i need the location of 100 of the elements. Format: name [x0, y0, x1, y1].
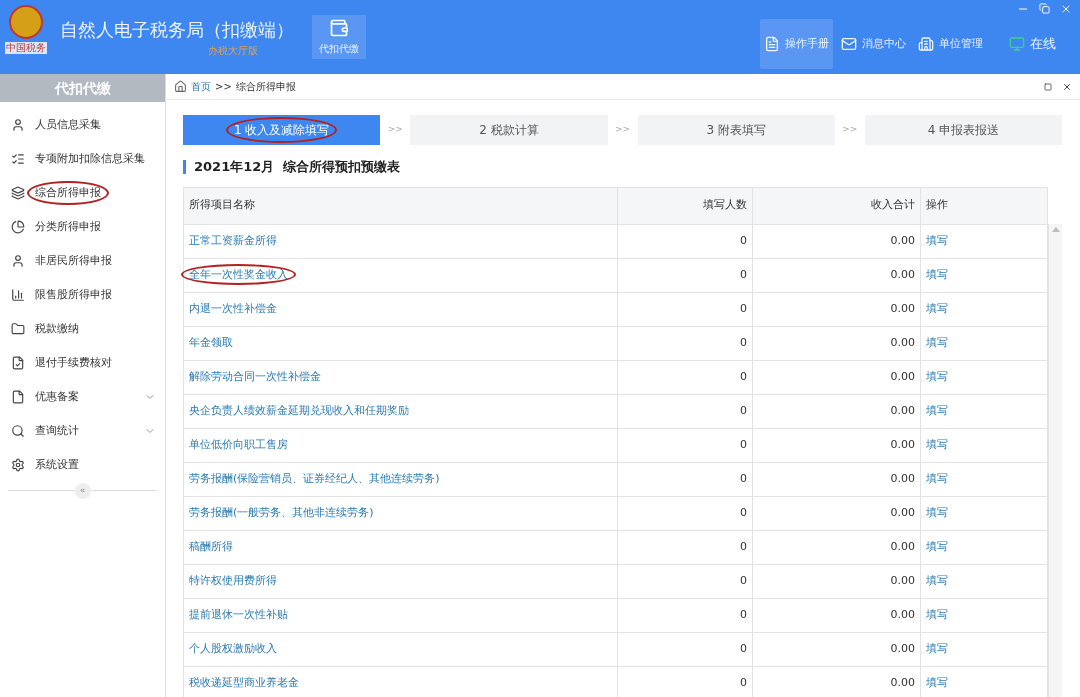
close-icon[interactable] — [1062, 81, 1072, 92]
fill-link[interactable]: 填写 — [926, 641, 948, 655]
step-separator: >> — [386, 123, 404, 137]
income-item-link[interactable]: 正常工资薪金所得 — [189, 233, 277, 247]
income-item-link[interactable]: 内退一次性补偿金 — [189, 301, 277, 315]
fill-link[interactable]: 填写 — [926, 471, 948, 485]
table-cell: 0.00 — [752, 496, 921, 530]
fill-link[interactable]: 填写 — [926, 607, 948, 621]
toolbar-button[interactable]: 操作手册 — [760, 19, 833, 69]
table-cell: 0 — [617, 224, 753, 258]
table-cell: 0.00 — [752, 632, 921, 666]
table-cell: 0 — [617, 632, 753, 666]
sidebar-item[interactable]: 退付手续费核对 — [3, 346, 162, 380]
table-cell: 0 — [617, 394, 753, 428]
restore-icon[interactable] — [1039, 3, 1050, 14]
sidebar-item[interactable]: 综合所得申报 — [3, 176, 162, 210]
income-item-link[interactable]: 单位低价向职工售房 — [189, 437, 288, 451]
section-marker — [183, 159, 186, 174]
toolbar-button[interactable]: 单位管理 — [914, 19, 987, 69]
bar-chart-icon — [11, 288, 25, 302]
income-item-link[interactable]: 特许权使用费所得 — [189, 573, 277, 587]
mail-icon — [841, 36, 857, 52]
sidebar-title: 代扣代缴 — [0, 74, 165, 102]
fill-link[interactable]: 填写 — [926, 335, 948, 349]
fill-link[interactable]: 填写 — [926, 403, 948, 417]
home-icon — [174, 80, 187, 93]
settings-icon — [11, 458, 25, 472]
step-separator: >> — [613, 123, 632, 137]
table-cell: 0.00 — [752, 462, 921, 496]
table-cell: 0 — [617, 360, 753, 394]
table-cell: 0.00 — [752, 292, 921, 326]
table-cell: 0.00 — [752, 360, 921, 394]
step-separator: >> — [841, 123, 859, 137]
sidebar-item[interactable]: 人员信息采集 — [3, 108, 162, 142]
table-cell: 0.00 — [752, 394, 921, 428]
table-cell: 0.00 — [752, 224, 921, 258]
wallet-icon — [329, 18, 349, 38]
income-item-link[interactable]: 个人股权激励收入 — [189, 641, 277, 655]
toolbar-button[interactable]: 在线 — [1005, 19, 1060, 69]
fill-link[interactable]: 填写 — [926, 267, 948, 281]
table-cell: 0.00 — [752, 258, 921, 292]
sidebar-item[interactable]: 限售股所得申报 — [3, 278, 162, 312]
fill-link[interactable]: 填写 — [926, 437, 948, 451]
folder-icon — [11, 322, 25, 336]
column-header: 操作 — [920, 187, 1048, 224]
fill-link[interactable]: 填写 — [926, 233, 948, 247]
income-item-link[interactable]: 税收递延型商业养老金 — [189, 675, 299, 689]
home-link[interactable]: 首页 — [191, 79, 211, 94]
table-cell: 0 — [617, 598, 753, 632]
fill-link[interactable]: 填写 — [926, 369, 948, 383]
scroll-up-icon[interactable] — [1051, 226, 1060, 232]
maximize-icon[interactable] — [1044, 82, 1052, 91]
table-cell: 0.00 — [752, 326, 921, 360]
table-cell: 0.00 — [752, 564, 921, 598]
person-icon — [11, 254, 25, 268]
table-cell: 0.00 — [752, 428, 921, 462]
table-cell: 0 — [617, 326, 753, 360]
sidebar-item[interactable]: 系统设置 — [3, 448, 162, 482]
income-item-link[interactable]: 提前退休一次性补贴 — [189, 607, 288, 621]
fill-link[interactable]: 填写 — [926, 539, 948, 553]
emblem-icon — [9, 5, 43, 39]
app-subtitle: 办税大厅版 — [208, 44, 259, 58]
column-header: 填写人数 — [617, 187, 753, 224]
sidebar-item[interactable]: 分类所得申报 — [3, 210, 162, 244]
section-title: 2021年12月 综合所得预扣预缴表 — [194, 158, 401, 176]
scrollbar[interactable] — [1048, 223, 1062, 697]
sidebar-item[interactable]: 专项附加扣除信息采集 — [3, 142, 162, 176]
toolbar-button[interactable]: 消息中心 — [837, 19, 910, 69]
table-cell: 0.00 — [752, 530, 921, 564]
table-cell: 0 — [617, 292, 753, 326]
column-header: 所得项目名称 — [183, 187, 618, 224]
document-icon — [764, 36, 780, 52]
income-item-link[interactable]: 稿酬所得 — [189, 539, 233, 553]
sidebar-item[interactable]: 优惠备案 — [3, 380, 162, 414]
module-tab[interactable]: 代扣代缴 — [312, 15, 366, 59]
income-item-link[interactable]: 全年一次性奖金收入 — [189, 267, 288, 281]
step-tab[interactable]: 2 税款计算 — [410, 115, 608, 145]
table-cell: 0 — [617, 564, 753, 598]
income-item-link[interactable]: 年金领取 — [189, 335, 233, 349]
search-icon — [11, 424, 25, 438]
income-item-link[interactable]: 劳务报酬(一般劳务、其他非连续劳务) — [189, 505, 374, 519]
step-tab[interactable]: 4 申报表报送 — [864, 115, 1062, 145]
table-cell: 0 — [617, 496, 753, 530]
collapse-button[interactable]: « — [74, 483, 91, 499]
building-icon — [918, 36, 934, 52]
fill-link[interactable]: 填写 — [926, 505, 948, 519]
fill-link[interactable]: 填写 — [926, 301, 948, 315]
step-tab[interactable]: 3 附表填写 — [637, 115, 835, 145]
fill-link[interactable]: 填写 — [926, 573, 948, 587]
sidebar-item[interactable]: 税款缴纳 — [3, 312, 162, 346]
page-icon — [11, 390, 25, 404]
income-item-link[interactable]: 解除劳动合同一次性补偿金 — [189, 369, 321, 383]
table-cell: 0 — [617, 462, 753, 496]
sidebar-item[interactable]: 查询统计 — [3, 414, 162, 448]
step-tab[interactable]: 1 收入及减除填写 — [183, 115, 381, 145]
table-cell: 0 — [617, 530, 753, 564]
sidebar-item[interactable]: 非居民所得申报 — [3, 244, 162, 278]
list-icon — [11, 152, 25, 166]
fill-link[interactable]: 填写 — [926, 675, 948, 689]
table-cell: 0.00 — [752, 598, 921, 632]
